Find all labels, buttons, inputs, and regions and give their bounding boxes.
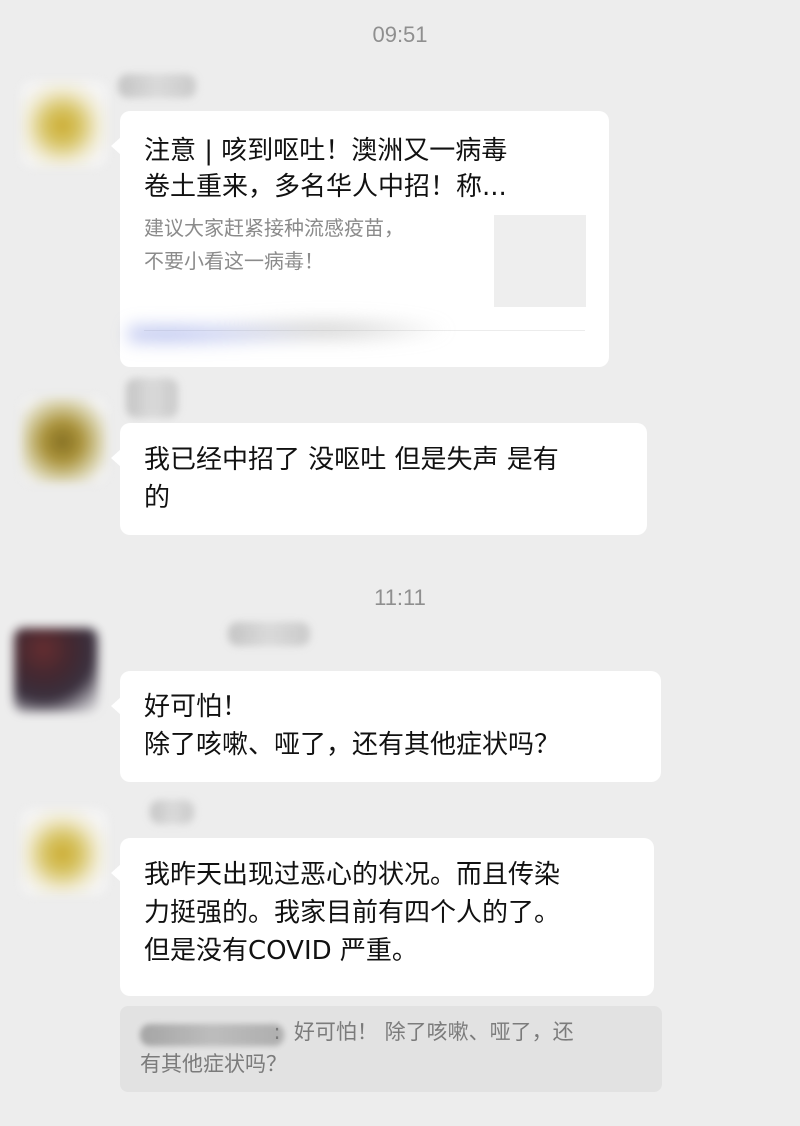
message-text: 我昨天出现过恶心的状况。而且传染 力挺强的。我家目前有四个人的了。 但是没有CO… (144, 860, 561, 966)
link-card-thumbnail (494, 215, 586, 307)
sender-name-redacted (150, 800, 194, 824)
sender-name-redacted (126, 378, 178, 418)
quoted-message[interactable]: : 好可怕！ 除了咳嗽、哑了，还 有其他症状吗？ (120, 1006, 662, 1092)
timestamp: 11:11 (374, 585, 426, 610)
timestamp: 09:51 (372, 22, 428, 47)
avatar[interactable] (22, 398, 106, 482)
avatar[interactable] (22, 82, 106, 166)
sender-name-redacted (118, 74, 196, 98)
link-card-description: 建议大家赶紧接种流感疫苗， 不要小看这一病毒！ (144, 216, 404, 273)
link-card-source-redacted (128, 311, 448, 353)
link-card-title: 注意 | 咳到呕吐！澳洲又一病毒 卷土重来，多名华人中招！称... (144, 136, 508, 202)
message-bubble[interactable]: 我昨天出现过恶心的状况。而且传染 力挺强的。我家目前有四个人的了。 但是没有CO… (111, 838, 654, 996)
link-card-message[interactable]: 注意 | 咳到呕吐！澳洲又一病毒 卷土重来，多名华人中招！称... 建议大家赶紧… (111, 111, 609, 367)
avatar[interactable] (14, 628, 98, 712)
avatar[interactable] (22, 810, 106, 894)
message-text: 好可怕！ 除了咳嗽、哑了，还有其他症状吗？ (144, 692, 561, 760)
sender-name-redacted (228, 622, 310, 646)
message-text: 我已经中招了 没呕吐 但是失声 是有 的 (144, 445, 559, 513)
message-bubble[interactable]: 我已经中招了 没呕吐 但是失声 是有 的 (111, 423, 647, 535)
quoted-message-text: : 好可怕！ 除了咳嗽、哑了，还 有其他症状吗？ (140, 1020, 574, 1076)
message-bubble[interactable]: 好可怕！ 除了咳嗽、哑了，还有其他症状吗？ (111, 671, 661, 782)
